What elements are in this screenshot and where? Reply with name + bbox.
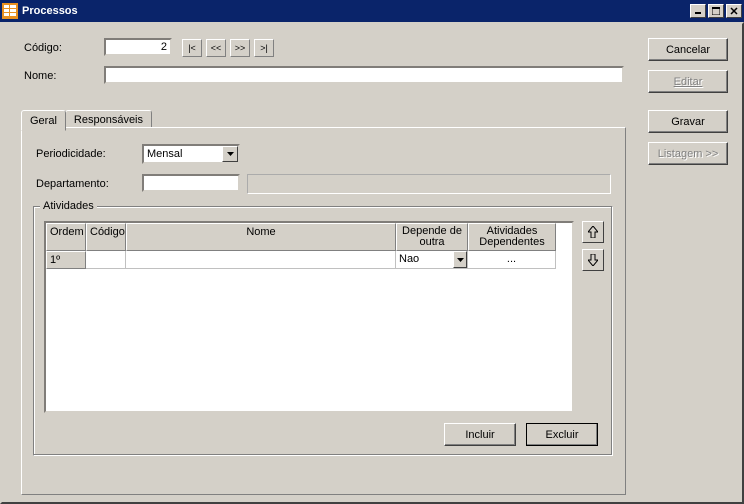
grid-header-row: Ordem Código Nome Depende de outra Ativi…	[46, 223, 572, 251]
nav-first-button[interactable]: |<	[182, 39, 202, 57]
nome-input[interactable]	[104, 66, 624, 84]
codigo-input[interactable]	[104, 38, 172, 56]
chevron-down-icon	[222, 146, 238, 162]
maximize-button[interactable]	[708, 4, 724, 18]
departamento-input[interactable]	[142, 174, 240, 192]
move-up-button[interactable]	[582, 221, 604, 243]
table-row[interactable]: 1º Nao ...	[46, 251, 572, 269]
periodicidade-label: Periodicidade:	[36, 148, 106, 160]
title-bar: Processos	[0, 0, 744, 22]
editar-button[interactable]: Editar	[648, 70, 728, 93]
chevron-down-icon	[453, 251, 467, 268]
gravar-button[interactable]: Gravar	[648, 110, 728, 133]
listagem-button[interactable]: Listagem >>	[648, 142, 728, 165]
atividades-grid[interactable]: Ordem Código Nome Depende de outra Ativi…	[44, 221, 574, 413]
atividades-legend: Atividades	[40, 200, 97, 212]
departamento-label: Departamento:	[36, 178, 109, 190]
nav-last-button[interactable]: >|	[254, 39, 274, 57]
cell-dependentes[interactable]: ...	[468, 251, 556, 269]
window-title: Processos	[22, 5, 690, 17]
periodicidade-value: Mensal	[144, 148, 222, 160]
app-icon	[2, 3, 18, 19]
cell-codigo[interactable]	[86, 251, 126, 269]
cell-depende[interactable]: Nao	[396, 251, 468, 269]
move-down-button[interactable]	[582, 249, 604, 271]
nome-label: Nome:	[24, 70, 56, 82]
tab-panel-geral: Periodicidade: Mensal Departamento: Ativ…	[21, 127, 626, 495]
cell-nome[interactable]	[126, 251, 396, 269]
periodicidade-dropdown[interactable]: Mensal	[142, 144, 240, 164]
cell-ordem: 1º	[46, 251, 86, 269]
header-codigo: Código	[86, 223, 126, 251]
minimize-button[interactable]	[690, 4, 706, 18]
tab-geral[interactable]: Geral	[21, 110, 66, 131]
header-depende: Depende de outra	[396, 223, 468, 251]
excluir-button[interactable]: Excluir	[526, 423, 598, 446]
header-ordem: Ordem	[46, 223, 86, 251]
nav-prev-button[interactable]: <<	[206, 39, 226, 57]
departamento-readonly	[247, 174, 611, 194]
header-nome: Nome	[126, 223, 396, 251]
header-dependentes: Atividades Dependentes	[468, 223, 556, 251]
cancelar-button[interactable]: Cancelar	[648, 38, 728, 61]
codigo-label: Código:	[24, 42, 62, 54]
incluir-button[interactable]: Incluir	[444, 423, 516, 446]
close-button[interactable]	[726, 4, 742, 18]
nav-next-button[interactable]: >>	[230, 39, 250, 57]
atividades-fieldset: Atividades Ordem Código Nome Depende de …	[33, 206, 613, 456]
